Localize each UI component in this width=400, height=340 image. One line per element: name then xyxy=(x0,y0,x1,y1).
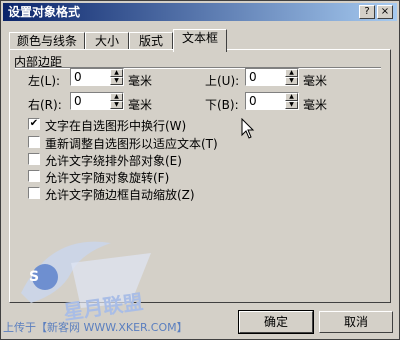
top-margin-unit: 毫米 xyxy=(303,74,328,88)
right-margin-unit: 毫米 xyxy=(128,98,153,112)
spin-up-icon[interactable]: ▲ xyxy=(110,93,123,101)
spin-down-icon[interactable]: ▼ xyxy=(285,101,298,109)
left-margin-value[interactable]: 0 xyxy=(74,70,82,84)
bottom-margin-label: 下(B): xyxy=(205,98,239,112)
watermark-logo-letter: S xyxy=(29,269,40,285)
left-margin-unit: 毫米 xyxy=(128,74,153,88)
top-margin-value[interactable]: 0 xyxy=(249,70,257,84)
help-button[interactable]: ? xyxy=(359,5,375,19)
wrap-text-checkbox[interactable]: ✔ xyxy=(28,118,40,130)
bottom-margin-value[interactable]: 0 xyxy=(249,94,257,108)
resize-shape-label[interactable]: 重新调整自选图形以适应文本(T) xyxy=(45,135,218,152)
right-margin-spinner[interactable]: 0 ▲ ▼ xyxy=(70,92,124,110)
format-object-dialog: 设置对象格式 ? × 颜色与线条 大小 版式 文本框 内部边距 左(L): 0 … xyxy=(0,0,400,340)
title-bar: 设置对象格式 ? × xyxy=(3,3,397,21)
rotate-text-label[interactable]: 允许文字随对象旋转(F) xyxy=(45,169,169,186)
mouse-pointer-icon xyxy=(241,118,255,139)
spin-down-icon[interactable]: ▼ xyxy=(285,77,298,85)
resize-shape-checkbox[interactable] xyxy=(28,136,40,148)
left-margin-label: 左(L): xyxy=(28,74,61,88)
upload-caption: 上传于【新客网 WWW.XKER.COM】 xyxy=(3,321,188,334)
spin-down-icon[interactable]: ▼ xyxy=(110,101,123,109)
spin-down-icon[interactable]: ▼ xyxy=(110,77,123,85)
autoscale-text-checkbox[interactable] xyxy=(28,187,40,199)
cancel-button[interactable]: 取消 xyxy=(319,311,393,333)
rotate-text-checkbox[interactable] xyxy=(28,170,40,182)
spin-up-icon[interactable]: ▲ xyxy=(285,93,298,101)
tab-text-box[interactable]: 文本框 xyxy=(173,29,227,52)
close-button[interactable]: × xyxy=(377,5,393,19)
ok-button[interactable]: 确定 xyxy=(238,310,314,334)
right-margin-value[interactable]: 0 xyxy=(74,94,82,108)
wrap-around-label[interactable]: 允许文字绕排外部对象(E) xyxy=(45,152,182,169)
window-title: 设置对象格式 xyxy=(8,5,81,19)
right-margin-label: 右(R): xyxy=(28,98,62,112)
spin-up-icon[interactable]: ▲ xyxy=(285,69,298,77)
top-margin-label: 上(U): xyxy=(205,74,240,88)
left-margin-spinner[interactable]: 0 ▲ ▼ xyxy=(70,68,124,86)
autoscale-text-label[interactable]: 允许文字随边框自动缩放(Z) xyxy=(45,186,195,203)
spin-up-icon[interactable]: ▲ xyxy=(110,69,123,77)
bottom-margin-unit: 毫米 xyxy=(303,98,328,112)
wrap-around-checkbox[interactable] xyxy=(28,153,40,165)
wrap-text-label[interactable]: 文字在自选图形中换行(W) xyxy=(45,117,186,134)
top-margin-spinner[interactable]: 0 ▲ ▼ xyxy=(245,68,299,86)
bottom-margin-spinner[interactable]: 0 ▲ ▼ xyxy=(245,92,299,110)
